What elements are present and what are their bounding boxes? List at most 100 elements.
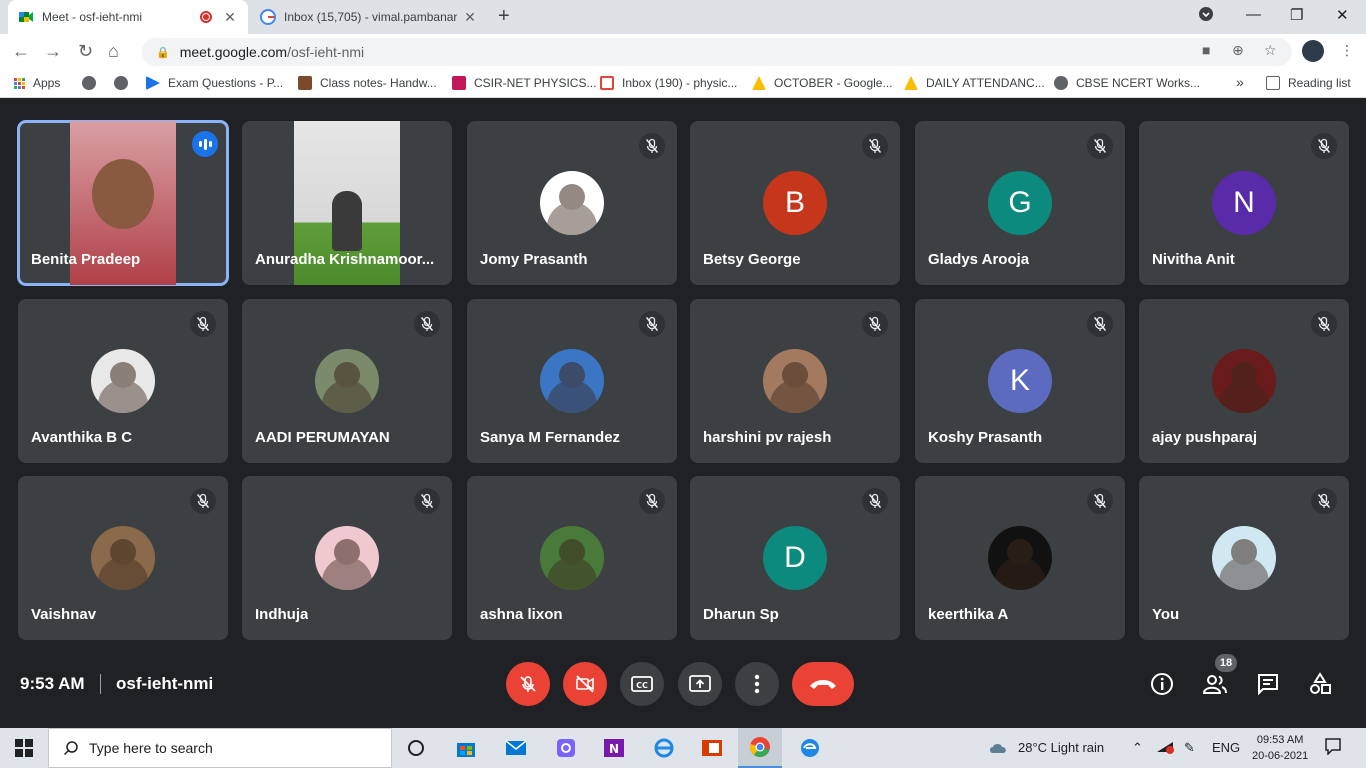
activities-button[interactable] xyxy=(1306,670,1334,698)
captions-button[interactable]: CC xyxy=(620,662,664,706)
start-button[interactable] xyxy=(12,736,36,760)
system-clock[interactable]: 09:53 AM 20-06-2021 xyxy=(1252,732,1308,764)
participant-tile[interactable]: N Nivitha Anit xyxy=(1139,121,1349,285)
home-icon[interactable]: ⌂ xyxy=(108,41,119,62)
bookmark-globe-2[interactable] xyxy=(114,76,136,90)
browser-tab-strip: Meet - osf-ieht-nmi ✕ Inbox (15,705) - v… xyxy=(0,0,1366,34)
camera-in-use-icon[interactable]: ■ xyxy=(1202,42,1210,58)
back-icon[interactable]: ← xyxy=(12,41,30,62)
bookmark-star-icon[interactable]: ☆ xyxy=(1264,42,1277,59)
bookmark-label: CBSE NCERT Works... xyxy=(1076,76,1201,90)
bookmark-daily-attendance[interactable]: DAILY ATTENDANC... xyxy=(904,76,1045,90)
bookmark-apps[interactable]: Apps xyxy=(14,76,60,90)
office-app-icon[interactable] xyxy=(700,736,724,760)
bookmark-class-notes[interactable]: Class notes- Handw... xyxy=(298,76,437,90)
participant-tile[interactable]: Vaishnav xyxy=(18,476,228,640)
more-options-button[interactable] xyxy=(735,662,779,706)
drive-icon xyxy=(752,76,766,90)
microphone-toggle-button[interactable] xyxy=(506,662,550,706)
participant-tile[interactable]: You xyxy=(1139,476,1349,640)
maximize-icon[interactable]: ❐ xyxy=(1290,6,1303,24)
participant-tile[interactable]: Indhuja xyxy=(242,476,452,640)
participant-tile[interactable]: G Gladys Arooja xyxy=(915,121,1125,285)
cloud-rain-icon xyxy=(990,743,1006,753)
windows-taskbar: Type here to search N 28°C Light rain ⌃ … xyxy=(0,728,1366,768)
menu-kebab-icon[interactable]: ⋮ xyxy=(1340,42,1354,59)
person-silhouette xyxy=(92,159,154,229)
media-player-icon[interactable] xyxy=(554,736,578,760)
new-tab-icon[interactable]: + xyxy=(498,5,510,28)
hang-up-icon xyxy=(810,680,836,689)
chrome-taskbar-button[interactable] xyxy=(738,728,782,768)
participant-tile[interactable]: D Dharun Sp xyxy=(690,476,900,640)
bookmark-cbse[interactable]: CBSE NCERT Works... xyxy=(1054,76,1200,90)
mail-icon[interactable] xyxy=(504,736,528,760)
participant-tile[interactable]: B Betsy George xyxy=(690,121,900,285)
store-icon[interactable] xyxy=(454,736,478,760)
participant-name: Vaishnav xyxy=(31,606,97,623)
more-bookmarks-icon[interactable]: » xyxy=(1236,74,1244,90)
forward-icon[interactable]: → xyxy=(44,41,62,62)
participant-tile[interactable]: K Koshy Prasanth xyxy=(915,299,1125,463)
participant-tile[interactable]: Sanya M Fernandez xyxy=(467,299,677,463)
present-screen-button[interactable] xyxy=(678,662,722,706)
edge-icon[interactable] xyxy=(798,736,822,760)
participant-tile[interactable]: Anuradha Krishnamoor... xyxy=(242,121,452,285)
address-bar[interactable]: 🔒 meet.google.com/osf-ieht-nmi xyxy=(142,38,1292,66)
muted-mic-icon xyxy=(1311,133,1337,159)
bookmark-october[interactable]: OCTOBER - Google... xyxy=(752,76,892,90)
internet-explorer-icon[interactable] xyxy=(652,736,676,760)
info-icon xyxy=(1151,673,1173,695)
person-silhouette xyxy=(334,539,360,565)
meeting-details-button[interactable] xyxy=(1148,670,1176,698)
participant-tile[interactable]: harshini pv rajesh xyxy=(690,299,900,463)
camera-toggle-button[interactable] xyxy=(563,662,607,706)
participant-tile[interactable]: Jomy Prasanth xyxy=(467,121,677,285)
person-silhouette xyxy=(559,184,585,210)
participant-initial-avatar: N xyxy=(1212,171,1276,235)
bookmark-exam-questions[interactable]: Exam Questions - P... xyxy=(146,76,283,90)
participants-button[interactable] xyxy=(1201,670,1229,698)
participant-tile[interactable]: Avanthika B C xyxy=(18,299,228,463)
taskbar-search-box[interactable]: Type here to search xyxy=(48,728,392,768)
reload-icon[interactable]: ↻ xyxy=(78,41,93,62)
participant-tile[interactable]: keerthika A xyxy=(915,476,1125,640)
participant-photo-avatar xyxy=(315,526,379,590)
tab-meet[interactable]: Meet - osf-ieht-nmi ✕ xyxy=(8,0,248,34)
bookmark-inbox[interactable]: Inbox (190) - physic... xyxy=(600,76,737,90)
zoom-icon[interactable]: ⊕ xyxy=(1232,42,1244,59)
tab-search-icon[interactable] xyxy=(1198,6,1214,26)
participant-tile[interactable]: ajay pushparaj xyxy=(1139,299,1349,463)
input-language[interactable]: ENG xyxy=(1212,740,1240,755)
bookmark-label: CSIR-NET PHYSICS... xyxy=(474,76,597,90)
notifications-icon[interactable] xyxy=(1324,737,1342,758)
participant-count-badge: 18 xyxy=(1215,654,1237,672)
reading-list-icon xyxy=(1266,76,1280,90)
onenote-icon[interactable]: N xyxy=(602,736,626,760)
show-hidden-icons-icon[interactable]: ⌃ xyxy=(1132,740,1143,756)
network-icon[interactable] xyxy=(1156,740,1174,757)
cortana-icon[interactable] xyxy=(404,736,428,760)
profile-avatar[interactable] xyxy=(1302,40,1324,62)
close-tab-icon[interactable]: ✕ xyxy=(222,9,238,26)
minimize-icon[interactable]: — xyxy=(1246,6,1261,23)
close-tab-icon[interactable]: ✕ xyxy=(462,9,478,26)
participant-name: AADI PERUMAYAN xyxy=(255,429,390,446)
weather-widget[interactable]: 28°C Light rain xyxy=(988,740,1104,756)
participant-photo-avatar xyxy=(540,526,604,590)
participant-tile[interactable]: AADI PERUMAYAN xyxy=(242,299,452,463)
muted-mic-icon xyxy=(1087,311,1113,337)
tab-inbox[interactable]: Inbox (15,705) - vimal.pambanar ✕ xyxy=(250,0,488,34)
bookmark-label: OCTOBER - Google... xyxy=(774,76,893,90)
participant-name: ajay pushparaj xyxy=(1152,429,1258,446)
close-window-icon[interactable]: ✕ xyxy=(1336,6,1349,24)
pen-icon[interactable]: ✎ xyxy=(1184,740,1195,756)
bookmark-globe-1[interactable] xyxy=(82,76,104,90)
reading-list-button[interactable]: Reading list xyxy=(1266,76,1351,90)
leave-call-button[interactable] xyxy=(792,662,854,706)
participant-tile[interactable]: Benita Pradeep xyxy=(17,120,229,286)
chat-button[interactable] xyxy=(1254,670,1282,698)
meet-favicon-icon xyxy=(19,12,33,22)
participant-tile[interactable]: ashna lixon xyxy=(467,476,677,640)
bookmark-csir-net[interactable]: CSIR-NET PHYSICS... xyxy=(452,76,596,90)
